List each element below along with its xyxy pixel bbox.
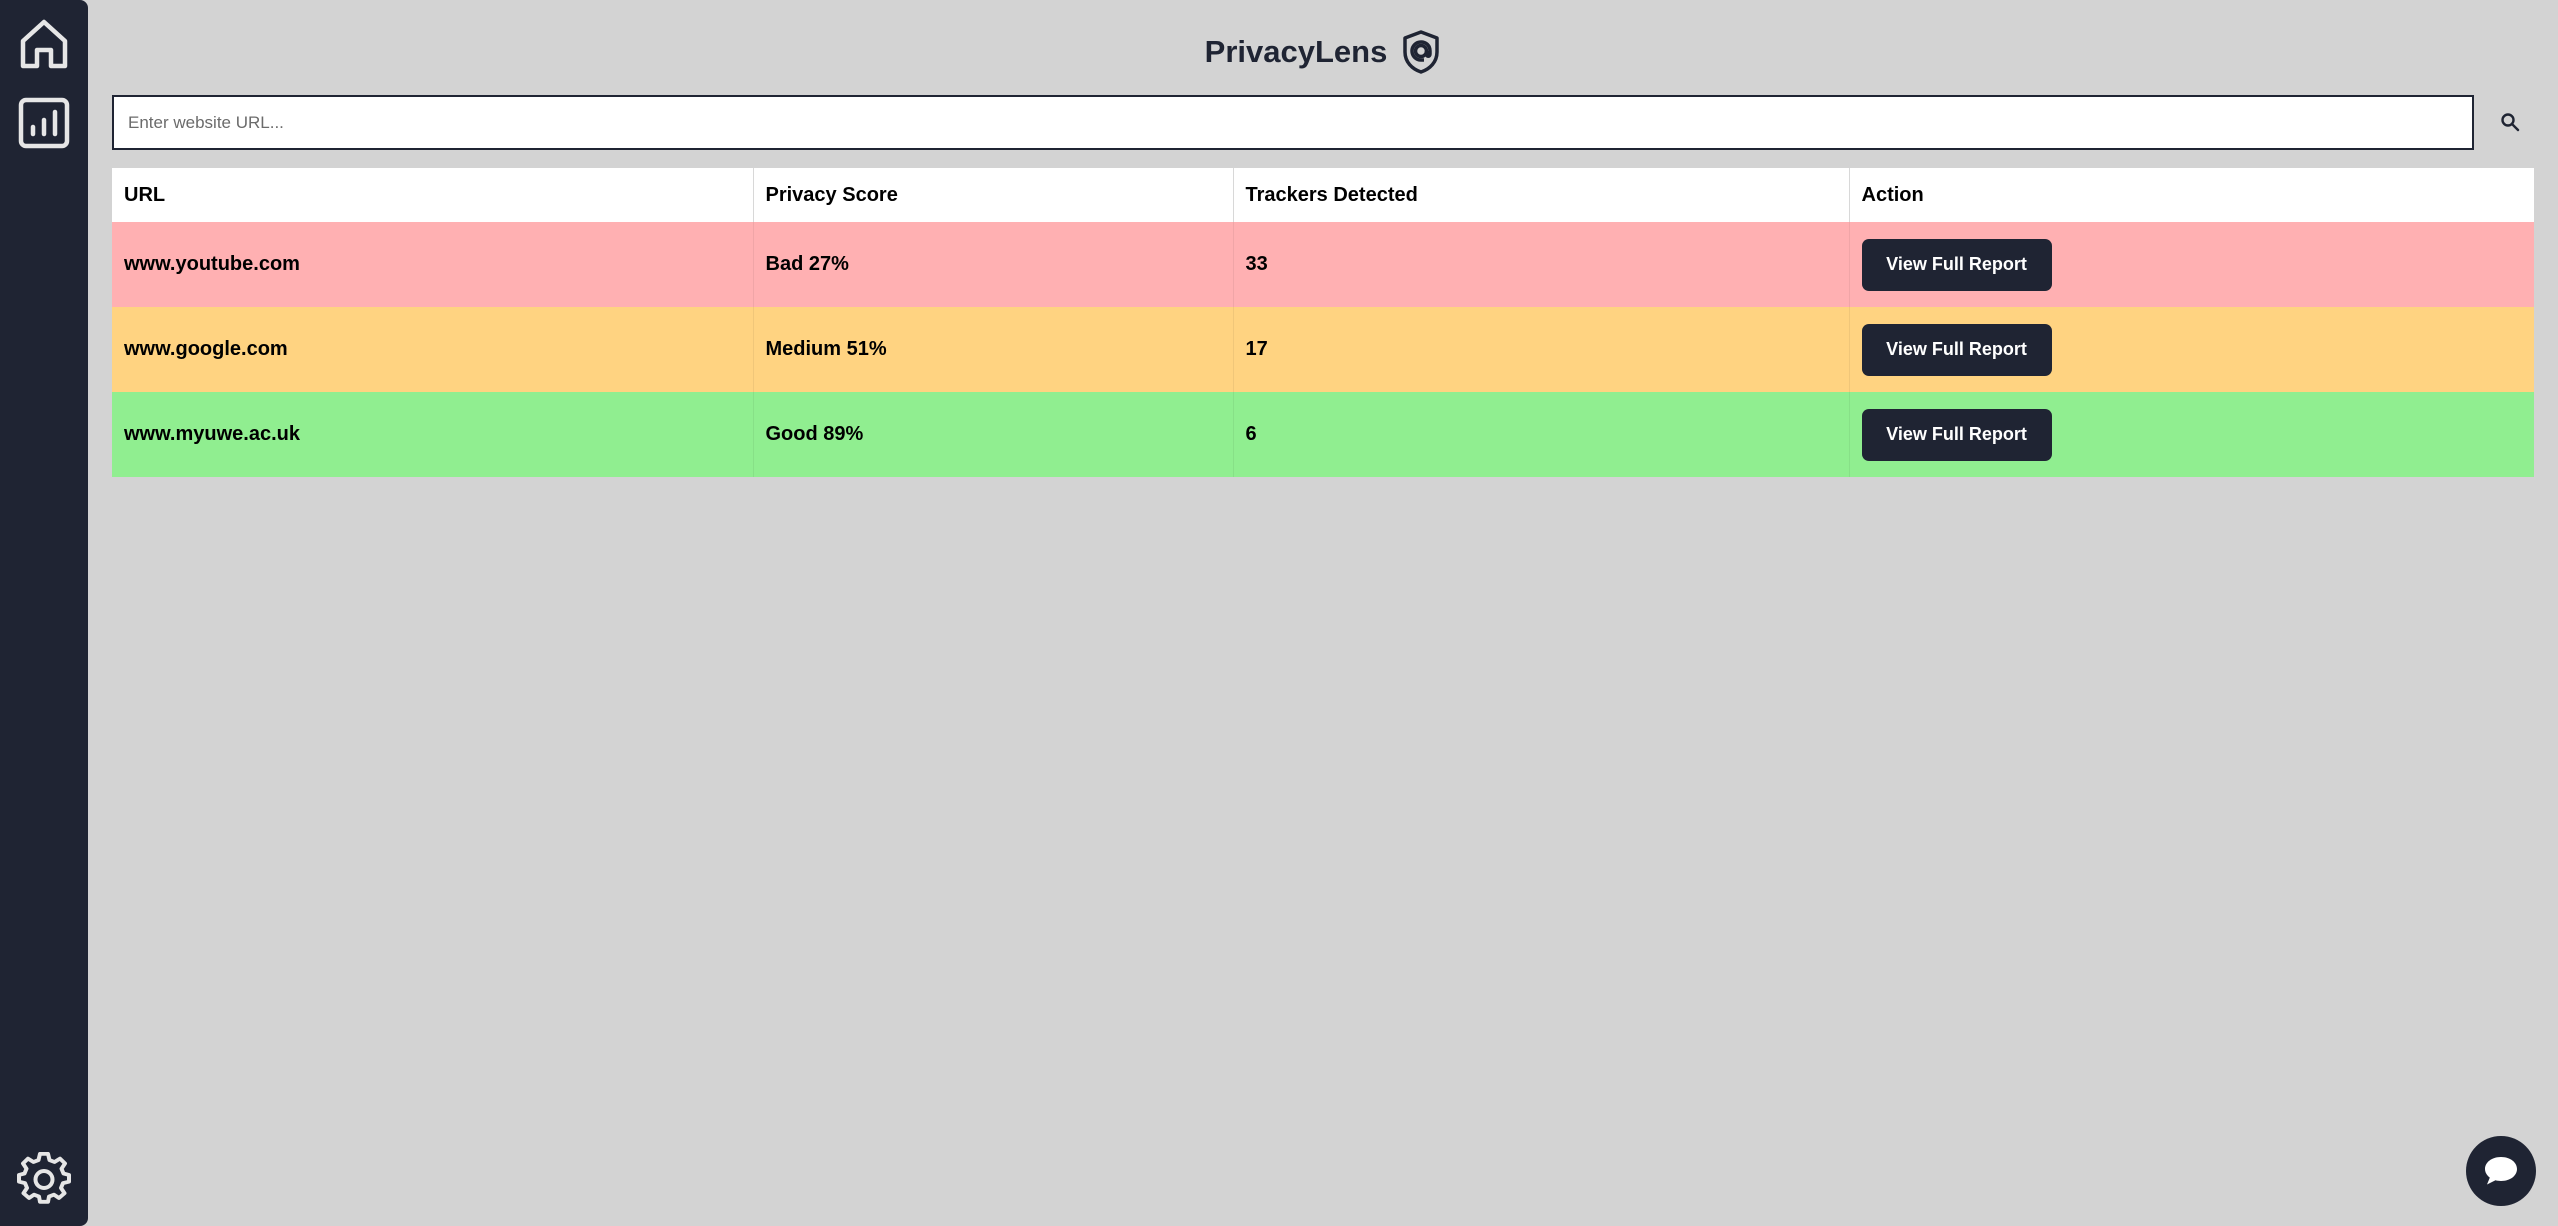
row-action-cell: View Full Report — [1849, 307, 2534, 392]
column-header-privacy-score: Privacy Score — [753, 168, 1234, 222]
app-header: PrivacyLens — [88, 28, 2558, 76]
analytics-button[interactable] — [17, 96, 71, 150]
app-title: PrivacyLens — [1204, 34, 1388, 69]
url-search-input[interactable] — [112, 95, 2474, 150]
view-full-report-button[interactable]: View Full Report — [1861, 238, 2052, 291]
shield-logo-icon — [1401, 30, 1441, 74]
row-action-cell: View Full Report — [1849, 392, 2534, 477]
row-action-cell: View Full Report — [1849, 222, 2534, 307]
table-row: www.youtube.com Bad 27% 33 View Full Rep… — [112, 222, 2534, 307]
sidebar — [0, 0, 88, 1226]
row-privacy-score: Medium 51% — [753, 307, 1234, 392]
row-privacy-score: Good 89% — [753, 392, 1234, 477]
table-row: www.myuwe.ac.uk Good 89% 6 View Full Rep… — [112, 392, 2534, 477]
row-trackers: 33 — [1233, 222, 1850, 307]
column-header-trackers: Trackers Detected — [1233, 168, 1850, 222]
search-button[interactable] — [2494, 106, 2526, 138]
table-header-row: URL Privacy Score Trackers Detected Acti… — [112, 168, 2534, 222]
row-url: www.youtube.com — [112, 222, 754, 307]
row-privacy-score: Bad 27% — [753, 222, 1234, 307]
column-header-action: Action — [1861, 183, 1924, 206]
home-icon — [20, 19, 68, 69]
results-table: URL Privacy Score Trackers Detected Acti… — [112, 168, 2534, 477]
home-button[interactable] — [17, 17, 71, 71]
table-row: www.google.com Medium 51% 17 View Full R… — [112, 307, 2534, 392]
view-full-report-button[interactable]: View Full Report — [1861, 408, 2052, 461]
row-url: www.myuwe.ac.uk — [112, 392, 754, 477]
settings-button[interactable] — [17, 1152, 71, 1206]
row-trackers: 6 — [1233, 392, 1850, 477]
row-url: www.google.com — [112, 307, 754, 392]
gear-icon — [17, 1152, 71, 1204]
chat-button[interactable] — [2466, 1136, 2536, 1206]
chat-bubble-icon — [2485, 1157, 2517, 1185]
row-trackers: 17 — [1233, 307, 1850, 392]
column-header-url: URL — [112, 168, 754, 222]
search-icon — [2501, 113, 2520, 132]
bar-chart-icon — [18, 97, 70, 149]
view-full-report-button[interactable]: View Full Report — [1861, 323, 2052, 376]
